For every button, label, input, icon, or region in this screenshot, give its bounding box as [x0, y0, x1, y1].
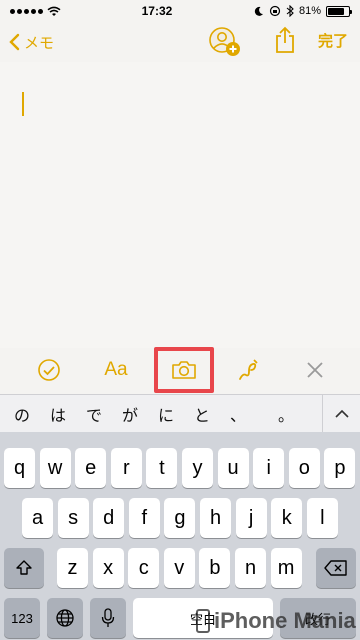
numbers-key[interactable]: 123 — [4, 598, 40, 638]
candidate-item[interactable]: は — [40, 402, 76, 426]
candidate-item[interactable]: 。 — [268, 402, 304, 426]
key-k[interactable]: k — [271, 498, 303, 538]
key-t[interactable]: t — [146, 448, 178, 488]
key-j[interactable]: j — [235, 498, 267, 538]
keyboard: 123 空白 改行 qwertyuiop asdfghjkl zxcvbnm — [0, 432, 360, 640]
checklist-button[interactable] — [36, 356, 62, 384]
key-d[interactable]: d — [93, 498, 125, 538]
key-n[interactable]: n — [235, 548, 266, 588]
status-right: 81% — [253, 5, 352, 17]
key-m[interactable]: m — [270, 548, 302, 588]
shift-icon — [16, 560, 32, 575]
backspace-icon — [324, 560, 347, 576]
moon-icon — [254, 6, 263, 16]
sketch-button[interactable] — [236, 356, 260, 384]
delete-key[interactable] — [316, 548, 356, 588]
status-left — [10, 6, 61, 17]
return-key[interactable]: 改行 — [280, 598, 356, 638]
battery-fill — [327, 7, 345, 15]
key-z[interactable]: z — [57, 548, 88, 588]
status-time: 17:32 — [141, 4, 173, 18]
candidate-bar: のはでがにと、。 — [0, 394, 360, 433]
shift-key[interactable] — [4, 548, 44, 588]
key-o[interactable]: o — [288, 448, 320, 488]
checklist-icon — [38, 359, 60, 381]
format-toolbar: Aa — [0, 348, 360, 392]
bluetooth-icon — [286, 5, 294, 17]
signal-dots-icon — [10, 8, 43, 14]
key-e[interactable]: e — [75, 448, 107, 488]
space-key[interactable]: 空白 — [133, 598, 273, 638]
candidate-item[interactable]: の — [4, 402, 40, 426]
back-label: メモ — [24, 33, 55, 52]
candidate-item[interactable]: が — [112, 402, 148, 426]
close-icon — [307, 362, 323, 378]
key-g[interactable]: g — [164, 498, 196, 538]
share-icon[interactable] — [274, 26, 296, 54]
microphone-icon — [101, 608, 115, 627]
key-p[interactable]: p — [324, 448, 356, 488]
text-style-button[interactable]: Aa — [100, 356, 132, 384]
back-button[interactable]: メモ — [8, 28, 54, 56]
expand-candidates-button[interactable] — [322, 395, 360, 433]
add-person-icon[interactable] — [206, 26, 242, 58]
key-w[interactable]: w — [39, 448, 71, 488]
key-r[interactable]: r — [110, 448, 142, 488]
battery-percent: 81% — [298, 5, 321, 17]
candidate-item[interactable]: に — [148, 402, 184, 426]
key-q[interactable]: q — [4, 448, 35, 488]
camera-icon — [172, 361, 196, 379]
key-s[interactable]: s — [57, 498, 89, 538]
key-c[interactable]: c — [128, 548, 160, 588]
key-f[interactable]: f — [128, 498, 160, 538]
key-a[interactable]: a — [22, 498, 53, 538]
key-l[interactable]: l — [306, 498, 338, 538]
status-bar: 17:32 81% — [0, 0, 360, 22]
candidate-list: のはでがにと、。 — [0, 402, 322, 426]
battery-icon — [325, 5, 352, 17]
wifi-icon — [47, 6, 61, 16]
key-v[interactable]: v — [163, 548, 195, 588]
sketch-icon — [239, 359, 258, 380]
camera-button[interactable] — [170, 356, 198, 384]
candidate-item[interactable]: 、 — [220, 402, 256, 426]
close-toolbar-button[interactable] — [302, 356, 328, 384]
key-y[interactable]: y — [182, 448, 213, 488]
globe-key[interactable] — [47, 598, 83, 638]
key-b[interactable]: b — [199, 548, 231, 588]
rotation-lock-icon — [269, 5, 281, 17]
key-i[interactable]: i — [253, 448, 285, 488]
candidate-item[interactable]: で — [76, 402, 112, 426]
key-h[interactable]: h — [200, 498, 231, 538]
candidate-item[interactable]: と — [184, 402, 220, 426]
chevron-up-icon — [334, 409, 349, 418]
globe-icon — [56, 609, 74, 627]
text-cursor — [22, 92, 24, 116]
note-body[interactable] — [0, 62, 360, 352]
key-u[interactable]: u — [217, 448, 249, 488]
chevron-left-icon — [9, 33, 20, 51]
key-x[interactable]: x — [92, 548, 124, 588]
done-button[interactable]: 完了 — [318, 30, 348, 51]
nav-bar: メモ 完了 — [0, 22, 360, 62]
dictation-key[interactable] — [90, 598, 126, 638]
